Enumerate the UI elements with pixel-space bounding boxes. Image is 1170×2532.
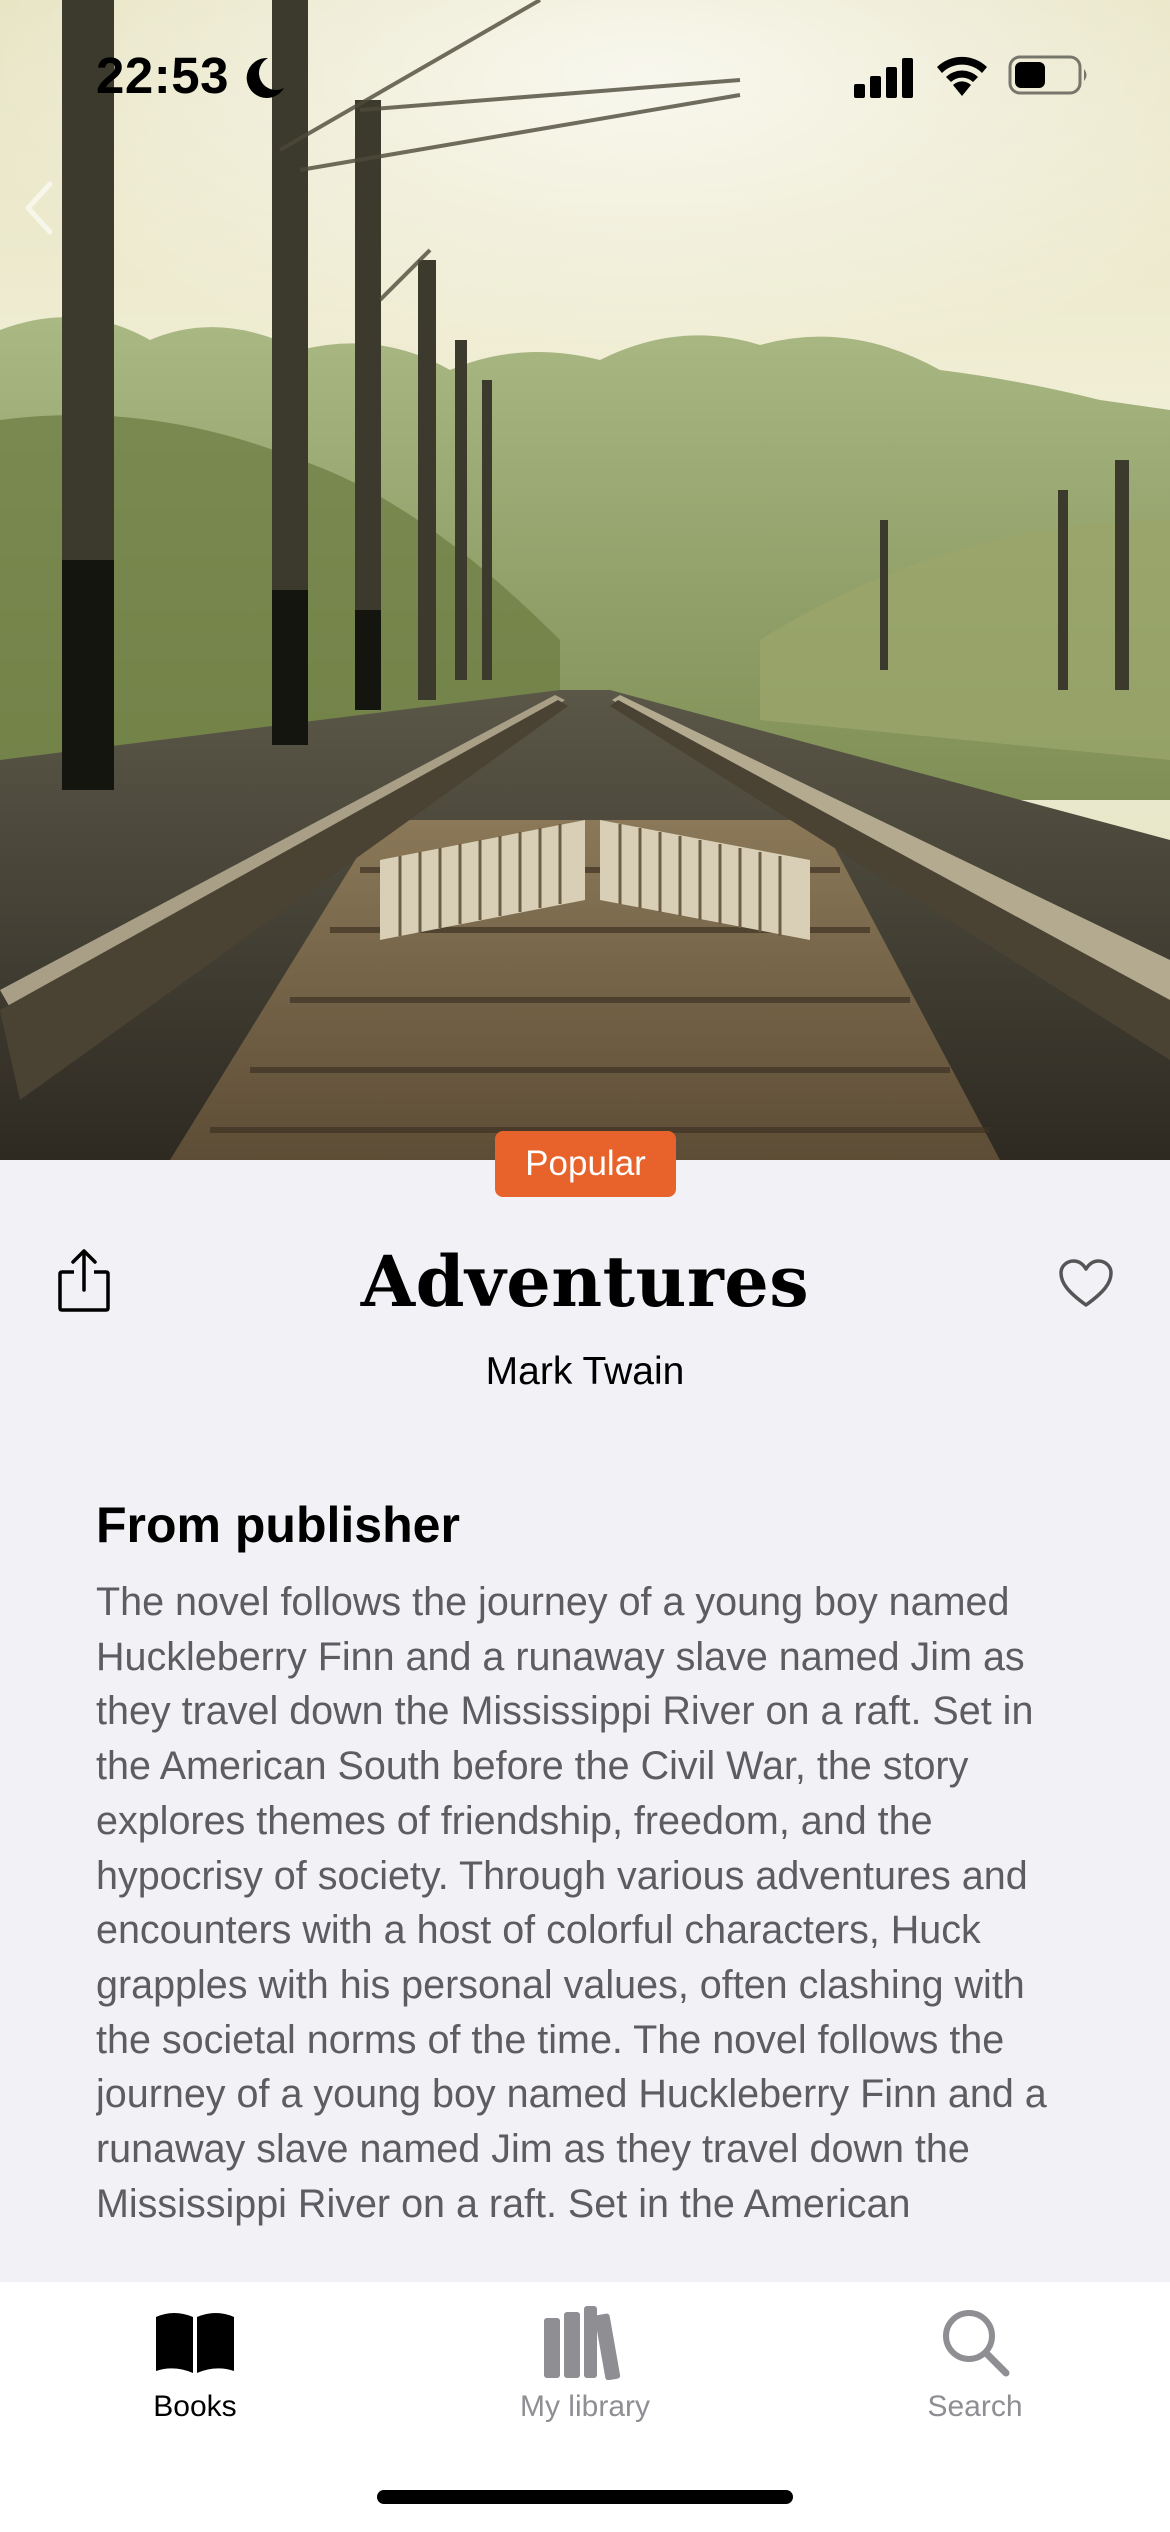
hero-image [0, 0, 1170, 1160]
search-icon [943, 2310, 1010, 2377]
cellular-signal-icon [854, 58, 913, 98]
tab-search[interactable]: Search [780, 2282, 1170, 2442]
book-description: The novel follows the journey of a young… [96, 1580, 1047, 2226]
open-book-icon [156, 2313, 234, 2373]
wifi-icon [937, 56, 987, 96]
tab-bar: Books My library Search [0, 2282, 1170, 2532]
status-time: 22:53 [96, 47, 229, 104]
home-indicator[interactable] [377, 2490, 793, 2504]
favorite-button[interactable] [1058, 1258, 1114, 1308]
section-heading: From publisher [96, 1497, 460, 1553]
tab-my-library[interactable]: My library [390, 2282, 780, 2442]
book-title: Adventures [360, 1240, 810, 1323]
tab-label: Search [927, 2390, 1023, 2423]
status-bar: 22:53 [0, 0, 1170, 150]
heart-icon [1059, 1259, 1113, 1307]
tab-label: My library [519, 2390, 650, 2423]
library-icon [544, 2306, 621, 2380]
book-author: Mark Twain [485, 1350, 685, 1393]
tab-books[interactable]: Books [0, 2282, 390, 2442]
moon-icon [246, 57, 284, 98]
back-chevron-icon[interactable] [20, 180, 56, 236]
tab-label: Books [153, 2390, 237, 2423]
popular-badge: Popular [495, 1131, 676, 1197]
battery-icon [1008, 55, 1087, 95]
